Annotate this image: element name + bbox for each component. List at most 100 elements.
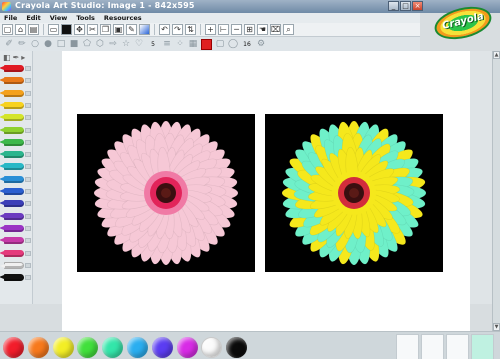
divider (154, 24, 155, 35)
palette-swatch[interactable] (102, 337, 124, 358)
crayon-slot (25, 201, 31, 207)
empty-color-slot[interactable] (421, 334, 444, 359)
palette-swatch[interactable] (27, 337, 49, 358)
crayon-color[interactable] (0, 175, 24, 183)
new-file-icon[interactable]: ▢ (2, 24, 13, 35)
polygon-icon[interactable]: ⬠ (82, 39, 92, 49)
zoom-icon[interactable]: ⌕ (283, 24, 294, 35)
crayon-color[interactable] (0, 89, 24, 97)
window-title: Crayola Art Studio: Image 1 - 842x595 (15, 1, 195, 10)
current-color-icon[interactable] (201, 38, 212, 50)
dots-icon[interactable]: ⁘ (175, 39, 185, 49)
main-toolbar: ▢ ⌂ ▤ ▭ ✥ ✂ ❐ ▣ ✎ ↶ ↷ ⇅ + ⊢ ─ ⊞ ☚ ⌧ ⌕ (0, 23, 420, 37)
vertical-scrollbar[interactable]: ▲ ▼ (492, 51, 500, 331)
eraser-icon[interactable]: ◧ (3, 53, 11, 62)
original-flower-image[interactable] (77, 114, 255, 272)
maximize-button[interactable]: □ (400, 1, 411, 11)
canvas-margin-left (33, 51, 62, 304)
fill-black-icon[interactable] (61, 24, 72, 35)
palette-swatch[interactable] (176, 337, 198, 358)
marker-icon[interactable]: ✏ (17, 39, 27, 49)
square-tool-icon[interactable]: ▢ (215, 39, 225, 49)
minimize-button[interactable]: _ (388, 1, 399, 11)
menu-file[interactable]: File (4, 13, 17, 23)
paste-icon[interactable]: ▣ (113, 24, 124, 35)
brush-select-icon[interactable]: ✒ (13, 53, 20, 62)
palette-swatch[interactable] (77, 337, 99, 358)
palette-swatch[interactable] (52, 337, 74, 358)
crayon-slot (25, 152, 31, 158)
crayon-color[interactable] (0, 212, 24, 220)
select-rect-icon[interactable]: ▭ (48, 24, 59, 35)
line-icon[interactable]: ─ (231, 24, 242, 35)
hexagon-icon[interactable]: ⬡ (95, 39, 105, 49)
crayon-slot (25, 115, 31, 121)
redo-icon[interactable]: ↷ (172, 24, 183, 35)
circle-filled-icon[interactable]: ● (43, 39, 53, 49)
scroll-up-icon[interactable]: ▲ (493, 51, 500, 59)
opacity-value[interactable]: 16 (241, 41, 253, 48)
expand-icon[interactable]: ▸ (21, 53, 25, 62)
brush-icon[interactable]: ✐ (4, 39, 14, 49)
close-button[interactable]: × (412, 1, 423, 11)
crayon-color[interactable] (0, 65, 24, 72)
crayon-color[interactable] (0, 126, 24, 134)
crayon-slot (25, 139, 31, 145)
crayon-color[interactable] (0, 163, 24, 171)
crayon-color[interactable] (0, 224, 24, 232)
pattern-icon[interactable]: ▦ (188, 39, 198, 49)
flip-icon[interactable]: ⇅ (185, 24, 196, 35)
scroll-down-icon[interactable]: ▼ (493, 323, 500, 331)
star-icon[interactable]: ☆ (121, 39, 131, 49)
crayon-color[interactable] (0, 237, 24, 245)
menu-tools[interactable]: Tools (76, 13, 95, 23)
palette-swatch[interactable] (127, 337, 148, 358)
crayon-slot (25, 90, 31, 96)
crayon-color[interactable] (0, 114, 24, 122)
menu-view[interactable]: View (50, 13, 68, 23)
crayon-color[interactable] (0, 261, 24, 269)
empty-color-slot[interactable] (396, 334, 419, 359)
palette-swatch[interactable] (3, 337, 24, 358)
crayon-color[interactable] (0, 200, 24, 208)
canvas-margin-right (470, 51, 492, 304)
undo-icon[interactable]: ↶ (159, 24, 170, 35)
palette-swatch[interactable] (201, 337, 223, 358)
crayon-color[interactable] (0, 77, 24, 85)
palette-swatch[interactable] (226, 337, 248, 358)
save-icon[interactable]: ▤ (28, 24, 39, 35)
stamp-icon[interactable]: ⌧ (270, 24, 281, 35)
menu-resources[interactable]: Resources (104, 13, 142, 23)
move-icon[interactable]: ✥ (74, 24, 85, 35)
brush-size-value[interactable]: 5 (147, 41, 159, 48)
crayon-color[interactable] (0, 274, 24, 282)
settings-icon[interactable]: ⚙ (256, 39, 266, 49)
crayon-color[interactable] (0, 151, 24, 159)
crayon-color[interactable] (0, 138, 24, 146)
empty-color-slot[interactable] (446, 334, 469, 359)
square-outline-icon[interactable]: □ (56, 39, 66, 49)
crosshair-icon[interactable]: + (205, 24, 216, 35)
custom-color-slot[interactable] (471, 334, 494, 359)
pencil-icon[interactable]: ✎ (126, 24, 137, 35)
square-filled-icon[interactable]: ■ (69, 39, 79, 49)
crayon-color[interactable] (0, 188, 24, 195)
scissors-icon[interactable]: ✂ (87, 24, 98, 35)
arrow-shape-icon[interactable]: ⇨ (108, 39, 118, 49)
grid-icon[interactable]: ⊞ (244, 24, 255, 35)
copy-icon[interactable]: ❐ (100, 24, 111, 35)
gradient-icon[interactable] (139, 24, 150, 35)
pan-icon[interactable]: ☚ (257, 24, 268, 35)
ruler-icon[interactable]: ⊢ (218, 24, 229, 35)
edited-flower-image[interactable] (265, 114, 443, 272)
heart-icon[interactable]: ♡ (134, 39, 144, 49)
palette-swatch[interactable] (151, 337, 173, 358)
open-file-icon[interactable]: ⌂ (15, 24, 26, 35)
round-tool-icon[interactable]: ◯ (228, 39, 238, 49)
crayon-color[interactable] (0, 101, 24, 109)
thickness-icon[interactable]: ≡ (162, 39, 172, 49)
app-icon (2, 2, 11, 11)
circle-outline-icon[interactable]: ○ (30, 39, 40, 49)
crayon-color[interactable] (0, 249, 24, 257)
menu-edit[interactable]: Edit (26, 13, 40, 23)
